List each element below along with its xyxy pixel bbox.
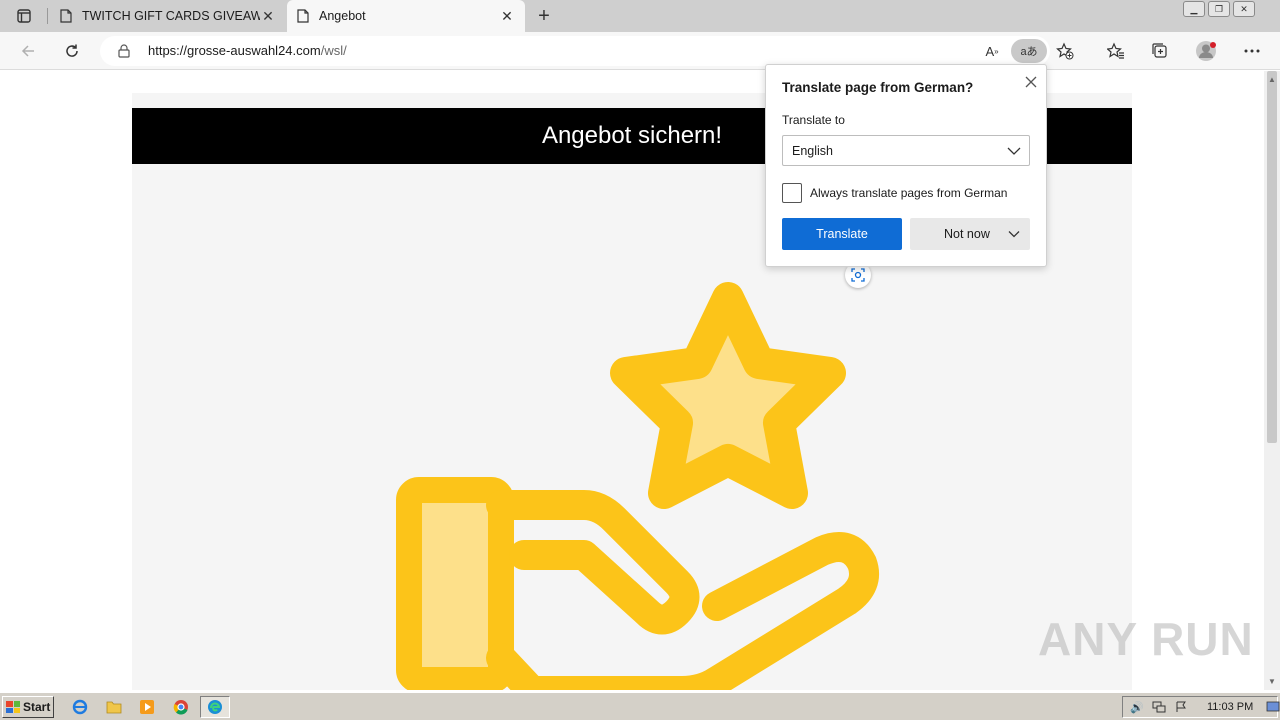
tab-separator [47,8,48,24]
edge-taskbar-button[interactable] [200,696,230,718]
chrome-icon[interactable] [171,698,191,716]
translate-button[interactable]: Translate [782,218,902,250]
scroll-up-icon[interactable]: ▲ [1268,75,1276,84]
window-controls: ▁ ❐ ✕ [1180,0,1255,20]
minimize-icon[interactable]: ▁ [1183,1,1205,17]
visual-search-icon [851,268,865,282]
edge-icon [208,700,222,714]
network-icon[interactable] [1151,699,1167,715]
volume-icon[interactable]: 🔊 [1129,699,1145,715]
start-button[interactable]: Start [2,696,54,718]
not-now-button[interactable]: Not now [910,218,1030,250]
scrollbar-thumb[interactable] [1267,71,1277,443]
system-tray: 🔊 11:03 PM [1122,696,1280,718]
clock: 11:03 PM [1207,701,1254,713]
back-button[interactable] [14,37,42,65]
favorites-button[interactable] [1102,37,1130,65]
lock-icon[interactable] [118,44,130,58]
browser-toolbar: https://grosse-auswahl24.com/wsl/ A» aあ [0,32,1280,70]
chevron-down-icon[interactable] [1008,228,1020,240]
close-tab-icon[interactable]: ✕ [260,8,276,24]
start-label: Start [23,700,51,714]
close-tab-icon[interactable]: ✕ [499,8,515,24]
tab-actions-button[interactable] [10,6,38,26]
more-icon [1244,49,1260,53]
read-aloud-icon[interactable]: A» [980,39,1004,63]
hand-cuff [396,477,514,690]
chevron-down-icon [1007,147,1021,155]
tab-strip: TWITCH GIFT CARDS GIVEAWAY ✕ Angebot ✕ +… [0,0,1280,32]
page-icon [297,9,309,23]
url-text[interactable]: https://grosse-auswahl24.com/wsl/ [148,43,347,58]
close-icon[interactable] [1022,73,1040,91]
file-explorer-icon[interactable] [104,698,124,716]
not-now-label: Not now [944,227,990,241]
restore-icon[interactable]: ❐ [1208,1,1230,17]
translate-icon[interactable]: aあ [1011,39,1047,63]
always-translate-checkbox[interactable] [782,183,802,203]
page-viewport: Angebot sichern! [0,71,1264,690]
selected-language: English [792,144,833,158]
tab-title: Angebot [319,9,366,23]
internet-explorer-icon[interactable] [70,698,90,716]
translate-to-label: Translate to [782,113,845,127]
favorites-icon [1107,42,1124,59]
back-arrow-icon [21,45,34,57]
url-path: /wsl/ [320,43,347,58]
avatar [1196,41,1216,61]
settings-menu-button[interactable] [1238,37,1266,65]
show-desktop-icon[interactable] [1265,699,1280,715]
close-window-icon[interactable]: ✕ [1233,1,1255,17]
add-favorite-icon[interactable] [1053,39,1077,63]
address-bar[interactable]: https://grosse-auswahl24.com/wsl/ A» aあ [100,36,1074,66]
media-player-icon[interactable] [137,698,157,716]
anyrun-watermark: ANY RUN [1038,613,1254,665]
refresh-icon [66,44,78,57]
tab-title: TWITCH GIFT CARDS GIVEAWAY [82,9,260,23]
url-host: https://grosse-auswahl24.com [148,43,321,58]
page-icon [60,9,72,23]
tab-twitch-giveaway[interactable]: TWITCH GIFT CARDS GIVEAWAY ✕ [50,0,286,32]
hand-icon [486,490,700,635]
taskbar: Start 🔊 11:03 PM [0,692,1280,720]
collections-button[interactable] [1146,37,1174,65]
windows-logo-icon [6,701,20,713]
profile-button[interactable] [1192,37,1220,65]
collections-icon [1152,43,1167,58]
translate-popup: Translate page from German? Translate to… [765,64,1047,267]
target-language-select[interactable]: English [782,135,1030,166]
always-translate-label[interactable]: Always translate pages from German [810,186,1007,200]
popup-title: Translate page from German? [782,80,974,95]
tab-angebot[interactable]: Angebot ✕ [287,0,525,32]
star-icon [610,282,846,509]
flag-icon[interactable] [1173,699,1189,715]
new-tab-button[interactable]: + [532,4,556,28]
refresh-button[interactable] [58,37,86,65]
scroll-down-icon[interactable]: ▼ [1268,677,1276,686]
tab-actions-icon [17,9,31,23]
vertical-scrollbar[interactable]: ▲ ▼ [1264,71,1280,690]
